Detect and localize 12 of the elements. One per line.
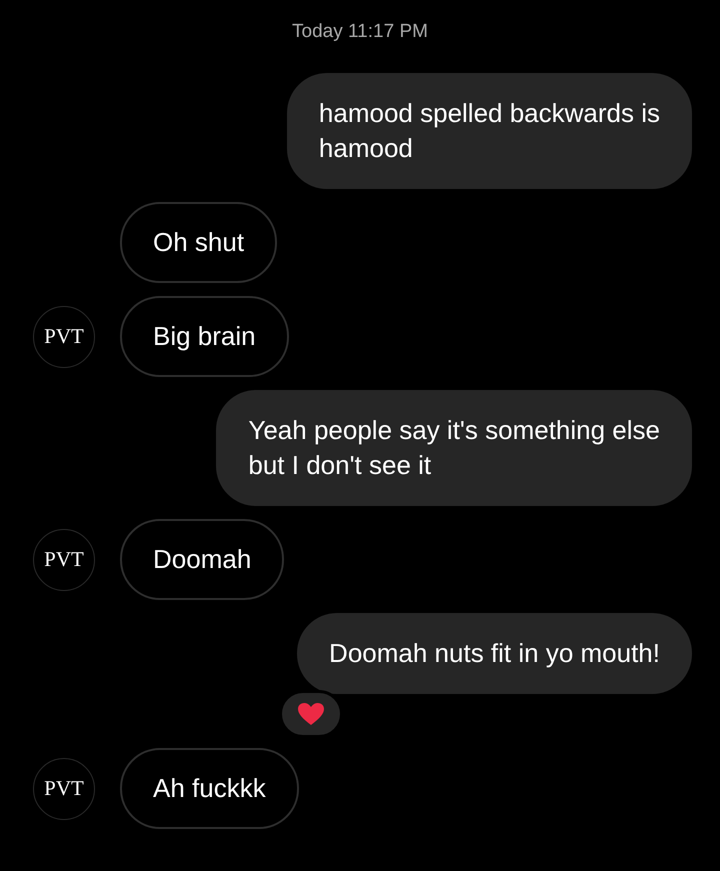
avatar[interactable]: PVT (33, 758, 95, 820)
sent-message-bubble: hamood spelled backwards is hamood (286, 73, 692, 189)
received-message-bubble: Ah fuckkk (120, 748, 299, 829)
sent-message-bubble: Doomah nuts fit in yo mouth! (297, 613, 692, 694)
received-message-bubble: Big brain (120, 296, 289, 377)
avatar[interactable]: PVT (33, 306, 95, 368)
received-message-bubble: Doomah (120, 519, 284, 600)
sent-message-bubble: Yeah people say it's something else but I don't see it (216, 390, 692, 506)
received-message-bubble: Oh shut (120, 202, 278, 283)
heart-icon (297, 702, 325, 726)
avatar[interactable]: PVT (33, 528, 95, 590)
timestamp: Today 11:17 PM (292, 20, 428, 44)
